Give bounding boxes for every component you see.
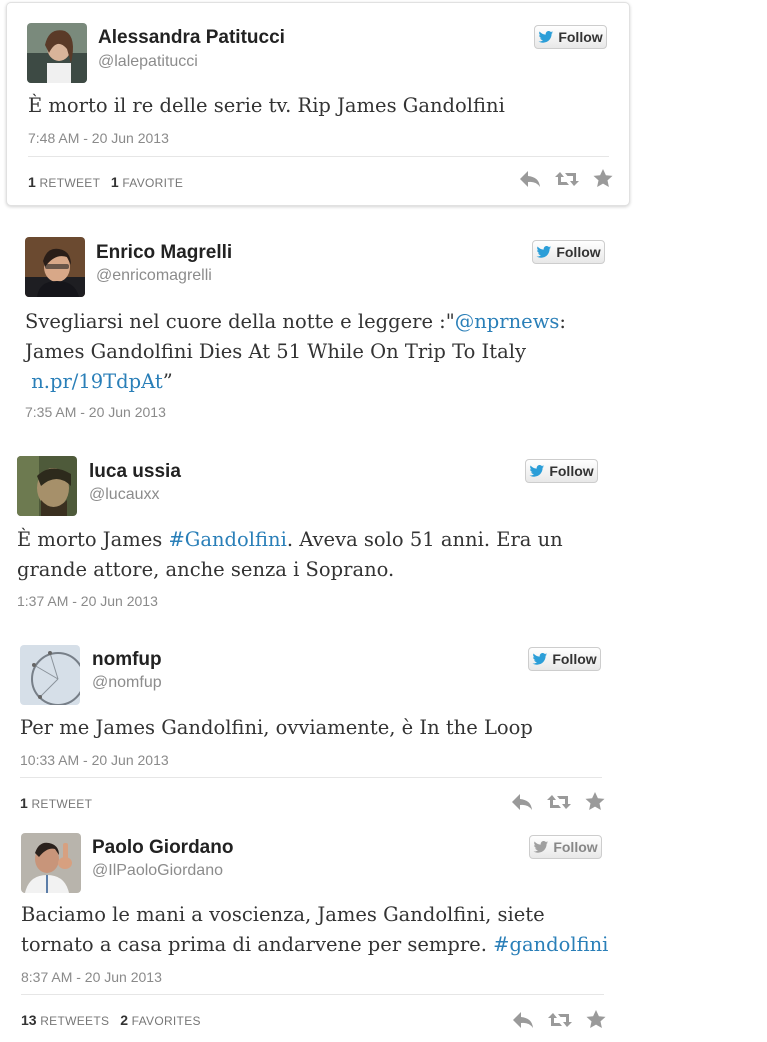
favorite-count[interactable]: 1 xyxy=(111,174,119,190)
follow-label: Follow xyxy=(549,463,594,479)
tweet-timestamp[interactable]: 8:37 AM - 20 Jun 2013 xyxy=(21,969,162,985)
user-handle[interactable]: @IlPaoloGiordano xyxy=(92,862,223,880)
retweet-count[interactable]: 1 xyxy=(20,795,28,811)
user-handle[interactable]: @nomfup xyxy=(92,674,162,692)
twitter-bird-icon xyxy=(532,652,548,665)
retweet-icon[interactable] xyxy=(547,793,571,811)
user-name[interactable]: Alessandra Patitucci xyxy=(98,27,285,49)
tweet-card: Alessandra Patitucci @lalepatitucci Foll… xyxy=(6,2,630,206)
follow-label: Follow xyxy=(556,244,601,260)
hashtag-link[interactable]: #Gandolfini xyxy=(168,528,286,551)
favorite-label[interactable]: FAVORITE xyxy=(122,176,183,190)
tweet-text: È morto James #Gandolfini. Aveva solo 51… xyxy=(17,528,563,581)
tweet-stats: 1 RETWEET 1 FAVORITE xyxy=(28,174,183,190)
retweet-count[interactable]: 13 xyxy=(21,1012,37,1028)
avatar[interactable] xyxy=(25,237,85,297)
follow-button[interactable]: Follow xyxy=(525,459,598,483)
retweet-label[interactable]: RETWEET xyxy=(31,797,92,811)
retweet-icon[interactable] xyxy=(555,170,579,188)
tweet-text: Per me James Gandolfini, ovviamente, è I… xyxy=(20,716,533,739)
avatar[interactable] xyxy=(17,456,77,516)
tweet-timestamp[interactable]: 7:48 AM - 20 Jun 2013 xyxy=(28,130,169,146)
tweet-stats: 13 RETWEETS 2 FAVORITES xyxy=(21,1012,201,1028)
twitter-bird-icon xyxy=(529,464,545,477)
tweet-card: nomfup @nomfup Follow Per me James Gando… xyxy=(0,630,640,820)
favorite-icon[interactable] xyxy=(593,169,613,188)
user-name[interactable]: Enrico Magrelli xyxy=(96,242,232,264)
tweet-card: Enrico Magrelli @enricomagrelli Follow S… xyxy=(0,220,640,430)
retweet-label[interactable]: RETWEET xyxy=(39,176,100,190)
user-handle[interactable]: @lalepatitucci xyxy=(98,53,198,71)
tweet-timestamp[interactable]: 10:33 AM - 20 Jun 2013 xyxy=(20,752,169,768)
divider xyxy=(21,994,604,995)
avatar[interactable] xyxy=(27,23,87,83)
user-handle[interactable]: @lucauxx xyxy=(89,486,160,504)
avatar[interactable] xyxy=(20,645,80,705)
url-link[interactable]: n.pr/19TdpAt xyxy=(31,370,163,393)
follow-label: Follow xyxy=(553,839,598,855)
divider xyxy=(20,777,602,778)
avatar[interactable] xyxy=(21,833,81,893)
tweet-actions xyxy=(511,792,605,811)
user-name[interactable]: luca ussia xyxy=(89,461,181,483)
hashtag-link[interactable]: #gandolfini xyxy=(493,933,608,956)
reply-icon[interactable] xyxy=(512,1011,534,1029)
follow-button[interactable]: Follow xyxy=(528,647,601,671)
tweet-card: luca ussia @lucauxx Follow È morto James… xyxy=(0,440,640,620)
twitter-bird-icon xyxy=(538,30,554,43)
tweet-card: Paolo Giordano @IlPaoloGiordano Follow B… xyxy=(0,820,640,1040)
user-handle[interactable]: @enricomagrelli xyxy=(96,267,212,285)
reply-icon[interactable] xyxy=(519,170,541,188)
follow-label: Follow xyxy=(558,29,603,45)
tweet-stats: 1 RETWEET xyxy=(20,795,92,811)
twitter-bird-icon xyxy=(533,840,549,853)
follow-button[interactable]: Follow xyxy=(532,240,605,264)
tweet-actions xyxy=(512,1010,606,1029)
retweet-icon[interactable] xyxy=(548,1011,572,1029)
mention-link[interactable]: @nprnews xyxy=(455,310,560,333)
follow-button[interactable]: Follow xyxy=(534,25,607,49)
follow-label: Follow xyxy=(552,651,597,667)
favorite-count[interactable]: 2 xyxy=(120,1012,128,1028)
tweet-timestamp[interactable]: 7:35 AM - 20 Jun 2013 xyxy=(25,404,166,420)
favorite-icon[interactable] xyxy=(586,1010,606,1029)
user-name[interactable]: nomfup xyxy=(92,649,162,671)
tweet-timestamp[interactable]: 1:37 AM - 20 Jun 2013 xyxy=(17,593,158,609)
user-name[interactable]: Paolo Giordano xyxy=(92,837,233,859)
tweet-text: Svegliarsi nel cuore della notte e legge… xyxy=(25,310,566,393)
retweet-label[interactable]: RETWEETS xyxy=(40,1014,109,1028)
favorite-icon[interactable] xyxy=(585,792,605,811)
tweet-text: Baciamo le mani a voscienza, James Gando… xyxy=(21,903,609,956)
twitter-bird-icon xyxy=(536,245,552,258)
divider xyxy=(28,156,609,157)
reply-icon[interactable] xyxy=(511,793,533,811)
tweet-actions xyxy=(519,169,613,188)
retweet-count[interactable]: 1 xyxy=(28,174,36,190)
follow-button[interactable]: Follow xyxy=(529,835,602,859)
favorite-label[interactable]: FAVORITES xyxy=(132,1014,201,1028)
tweet-text: È morto il re delle serie tv. Rip James … xyxy=(28,94,505,117)
